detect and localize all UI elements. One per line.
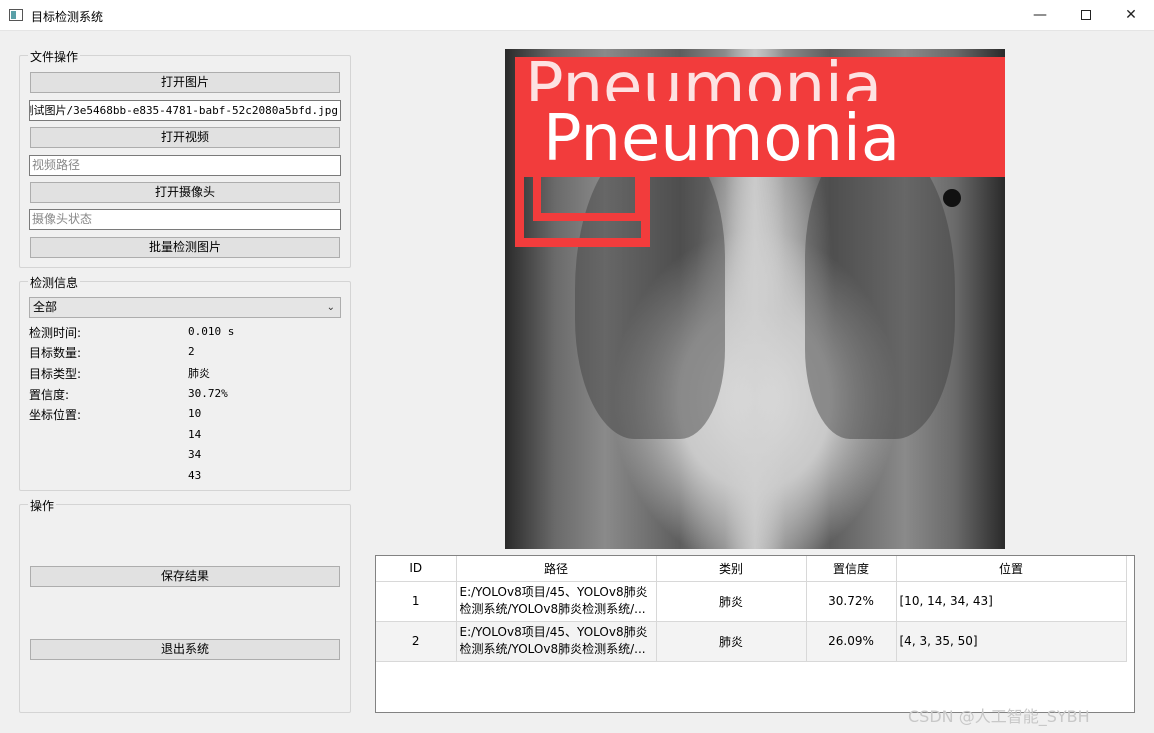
position-ymax-value: 43 xyxy=(188,469,202,482)
window-title: 目标检测系统 xyxy=(31,10,104,24)
detect-info-title: 检测信息 xyxy=(28,274,81,291)
cell-path-line1: E:/YOLOv8项目/45、YOLOv8肺炎 xyxy=(459,625,648,639)
cell-id[interactable]: 2 xyxy=(376,621,457,662)
cell-id[interactable]: 1 xyxy=(376,581,457,622)
detection-label-ghost: Pneumonia xyxy=(525,57,883,101)
detect-time-value: 0.010 s xyxy=(188,325,235,338)
target-type-label: 目标类型: xyxy=(29,367,82,381)
target-count-value: 2 xyxy=(188,345,195,358)
ops-title: 操作 xyxy=(28,497,57,514)
file-ops-title: 文件操作 xyxy=(28,48,81,65)
detect-time-label: 检测时间: xyxy=(29,326,82,340)
confidence-label: 置信度: xyxy=(29,388,70,402)
confidence-value: 30.72% xyxy=(188,387,228,400)
maximize-button[interactable] xyxy=(1063,0,1109,31)
position-ymin-value: 14 xyxy=(188,428,202,441)
ops-group: 操作 保存结果 退出系统 xyxy=(19,497,351,713)
cell-path-line2: 检测系统/YOLOv8肺炎检测系统/... xyxy=(459,642,646,656)
exit-button[interactable]: 退出系统 xyxy=(30,639,340,660)
position-xmin-value: 10 xyxy=(188,407,202,420)
video-path-field[interactable]: 视频路径 xyxy=(29,155,341,176)
image-path-text: E:/YOLOv8项目/45、YOLOv8肺炎检测系统/测试图片/3e5468b… xyxy=(30,104,338,117)
maximize-icon xyxy=(1081,10,1091,20)
cell-class[interactable]: 肺炎 xyxy=(656,621,807,662)
title-bar: 目标检测系统 — ✕ xyxy=(0,0,1154,31)
batch-detect-button[interactable]: 批量检测图片 xyxy=(30,237,340,258)
header-class[interactable]: 类别 xyxy=(656,556,807,582)
header-id[interactable]: ID xyxy=(376,556,457,582)
cell-confidence[interactable]: 30.72% xyxy=(806,581,897,622)
cell-class[interactable]: 肺炎 xyxy=(656,581,807,622)
results-table[interactable]: ID 路径 类别 置信度 位置 1 E:/YOLOv8项目/45、YOLOv8肺… xyxy=(375,555,1135,713)
position-label: 坐标位置: xyxy=(29,408,82,422)
open-video-button[interactable]: 打开视频 xyxy=(30,127,340,148)
open-camera-button[interactable]: 打开摄像头 xyxy=(30,182,340,203)
target-count-label: 目标数量: xyxy=(29,346,82,360)
detection-image: Pneumonia Pneumonia xyxy=(505,49,1005,549)
table-row[interactable]: 1 E:/YOLOv8项目/45、YOLOv8肺炎 检测系统/YOLOv8肺炎检测… xyxy=(376,581,1127,622)
cell-path-line1: E:/YOLOv8项目/45、YOLOv8肺炎 xyxy=(459,585,648,599)
minimize-button[interactable]: — xyxy=(1017,0,1063,31)
table-row[interactable]: 2 E:/YOLOv8项目/45、YOLOv8肺炎 检测系统/YOLOv8肺炎检测… xyxy=(376,621,1127,662)
right-lung-region xyxy=(805,139,955,439)
target-select[interactable]: 全部 ⌄ xyxy=(29,297,341,318)
table-header-row: ID 路径 类别 置信度 位置 xyxy=(376,556,1127,582)
camera-status-field[interactable]: 摄像头状态 xyxy=(29,209,341,230)
header-position[interactable]: 位置 xyxy=(896,556,1127,582)
close-button[interactable]: ✕ xyxy=(1108,0,1154,31)
header-path[interactable]: 路径 xyxy=(456,556,657,582)
position-xmax-value: 34 xyxy=(188,448,202,461)
image-path-field[interactable]: E:/YOLOv8项目/45、YOLOv8肺炎检测系统/测试图片/3e5468b… xyxy=(29,100,341,121)
cell-position[interactable]: [10, 14, 34, 43] xyxy=(896,581,1127,622)
target-type-value: 肺炎 xyxy=(188,367,210,380)
chevron-down-icon: ⌄ xyxy=(326,302,335,313)
cell-path[interactable]: E:/YOLOv8项目/45、YOLOv8肺炎 检测系统/YOLOv8肺炎检测系统… xyxy=(456,621,657,662)
cell-confidence[interactable]: 26.09% xyxy=(806,621,897,662)
open-image-button[interactable]: 打开图片 xyxy=(30,72,340,93)
cell-path[interactable]: E:/YOLOv8项目/45、YOLOv8肺炎 检测系统/YOLOv8肺炎检测系统… xyxy=(456,581,657,622)
cell-path-line2: 检测系统/YOLOv8肺炎检测系统/... xyxy=(459,602,646,616)
header-confidence[interactable]: 置信度 xyxy=(806,556,897,582)
watermark: CSDN @人工智能_SYBH xyxy=(908,707,1090,726)
save-result-button[interactable]: 保存结果 xyxy=(30,566,340,587)
detection-label: Pneumonia xyxy=(543,102,901,176)
marker-icon xyxy=(943,189,961,207)
target-select-value: 全部 xyxy=(33,300,58,314)
file-ops-group: 文件操作 打开图片 E:/YOLOv8项目/45、YOLOv8肺炎检测系统/测试… xyxy=(19,48,351,268)
detect-info-group: 检测信息 全部 ⌄ 检测时间: 0.010 s 目标数量: 2 目标类型: 肺炎… xyxy=(19,274,351,491)
app-icon xyxy=(9,9,23,21)
cell-position[interactable]: [4, 3, 35, 50] xyxy=(896,621,1127,662)
